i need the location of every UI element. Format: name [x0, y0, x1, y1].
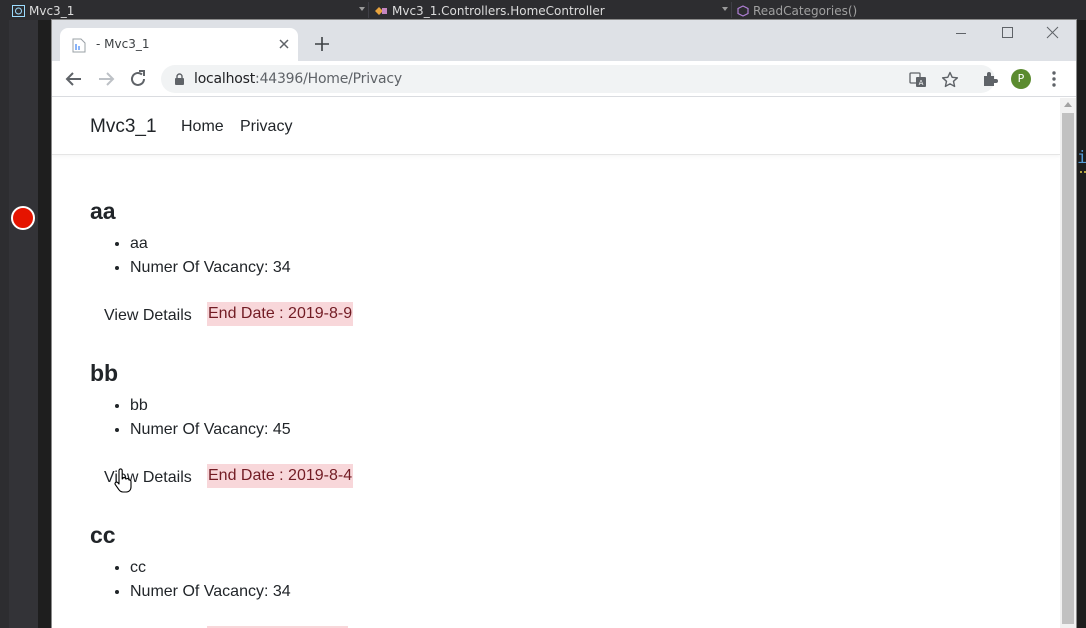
scroll-up-arrow-icon[interactable] — [1064, 102, 1072, 107]
maximize-icon[interactable] — [984, 20, 1030, 48]
vs-code-margin — [38, 20, 52, 628]
site-brand[interactable]: Mvc3_1 — [90, 116, 157, 138]
new-tab-icon[interactable] — [311, 33, 333, 55]
job-details-list: bb Numer Of Vacancy: 45 — [130, 394, 291, 442]
bookmark-star-icon[interactable] — [941, 71, 959, 89]
back-icon[interactable] — [62, 67, 86, 91]
browser-tab[interactable]: - Mvc3_1 — [60, 28, 298, 61]
job-details-list: cc Numer Of Vacancy: 34 — [130, 556, 291, 604]
svg-text:A: A — [919, 79, 924, 87]
page-icon — [72, 38, 86, 53]
menu-kebab-icon[interactable] — [1044, 69, 1064, 89]
job-title: aa — [90, 198, 116, 224]
scrollbar-thumb[interactable] — [1062, 113, 1074, 624]
project-icon — [12, 4, 25, 17]
job-entry: bb bb Numer Of Vacancy: 45 View Details … — [90, 360, 354, 488]
job-description: cc — [130, 556, 291, 580]
vs-side-strip — [0, 20, 9, 628]
url-path: :44396/Home/Privacy — [255, 71, 402, 87]
translate-icon[interactable]: A — [909, 71, 927, 89]
job-vacancy: Numer Of Vacancy: 45 — [130, 418, 291, 442]
site-navbar: Mvc3_1 Home Privacy — [52, 98, 1060, 155]
chevron-down-icon — [359, 7, 365, 11]
view-details-link[interactable]: View Details — [104, 307, 192, 325]
nav-link-home[interactable]: Home — [181, 118, 224, 136]
job-title: bb — [90, 360, 119, 386]
close-window-icon[interactable] — [1030, 20, 1076, 48]
tab-title: - Mvc3_1 — [96, 37, 150, 51]
end-date-badge: End Date : 2019-8-9 — [207, 302, 354, 326]
url-text: localhost:44396/Home/Privacy — [194, 71, 402, 87]
job-title: cc — [90, 522, 116, 548]
minimize-icon[interactable] — [938, 20, 984, 48]
vertical-scrollbar[interactable] — [1060, 98, 1076, 628]
nav-link-privacy[interactable]: Privacy — [240, 118, 292, 136]
vs-code-editor-edge — [1076, 20, 1086, 628]
vs-class-label: Mvc3_1.Controllers.HomeController — [392, 4, 605, 18]
profile-avatar[interactable]: P — [1011, 69, 1031, 89]
end-date-badge: End Date : 2019-8-4 — [207, 464, 354, 488]
address-bar[interactable]: localhost:44396/Home/Privacy A — [161, 65, 995, 93]
browser-toolbar: localhost:44396/Home/Privacy A P — [52, 61, 1076, 97]
job-entry: cc cc Numer Of Vacancy: 34 — [90, 522, 348, 628]
vs-project-label: Mvc3_1 — [29, 4, 75, 18]
lock-icon[interactable] — [174, 73, 185, 86]
browser-window: - Mvc3_1 localhost:44396/Home/Privacy A … — [52, 20, 1076, 628]
vs-breakpoint-gutter[interactable] — [9, 20, 38, 628]
code-fragment: i — [1077, 148, 1086, 168]
method-icon — [737, 4, 749, 17]
vs-member-dropdown[interactable]: ReadCategories() — [737, 0, 857, 20]
hand-pointer-icon — [114, 468, 132, 493]
job-details-list: aa Numer Of Vacancy: 34 — [130, 232, 291, 280]
job-vacancy: Numer Of Vacancy: 34 — [130, 580, 291, 604]
chevron-down-icon — [722, 7, 728, 11]
url-host: localhost — [194, 71, 256, 87]
squiggle-underline — [1075, 167, 1086, 173]
divider — [368, 2, 369, 18]
class-icon — [375, 6, 387, 15]
forward-icon[interactable] — [94, 67, 118, 91]
close-icon[interactable] — [276, 36, 292, 52]
job-vacancy: Numer Of Vacancy: 34 — [130, 256, 291, 280]
vs-member-label: ReadCategories() — [753, 4, 858, 18]
vs-project-dropdown[interactable]: Mvc3_1 — [12, 0, 365, 20]
reload-icon[interactable] — [126, 67, 150, 91]
job-description: aa — [130, 232, 291, 256]
breakpoint-icon[interactable] — [11, 206, 35, 230]
extensions-icon[interactable] — [980, 69, 1000, 89]
page-viewport: Mvc3_1 Home Privacy aa aa Numer Of Vacan… — [52, 98, 1060, 628]
job-entry: aa aa Numer Of Vacancy: 34 View Details … — [90, 198, 354, 326]
vs-class-dropdown[interactable]: Mvc3_1.Controllers.HomeController — [374, 0, 728, 20]
vs-navigation-bar: Mvc3_1 Mvc3_1.Controllers.HomeController… — [0, 0, 1086, 20]
job-description: bb — [130, 394, 291, 418]
divider — [731, 2, 732, 18]
tab-strip: - Mvc3_1 — [52, 20, 1076, 61]
